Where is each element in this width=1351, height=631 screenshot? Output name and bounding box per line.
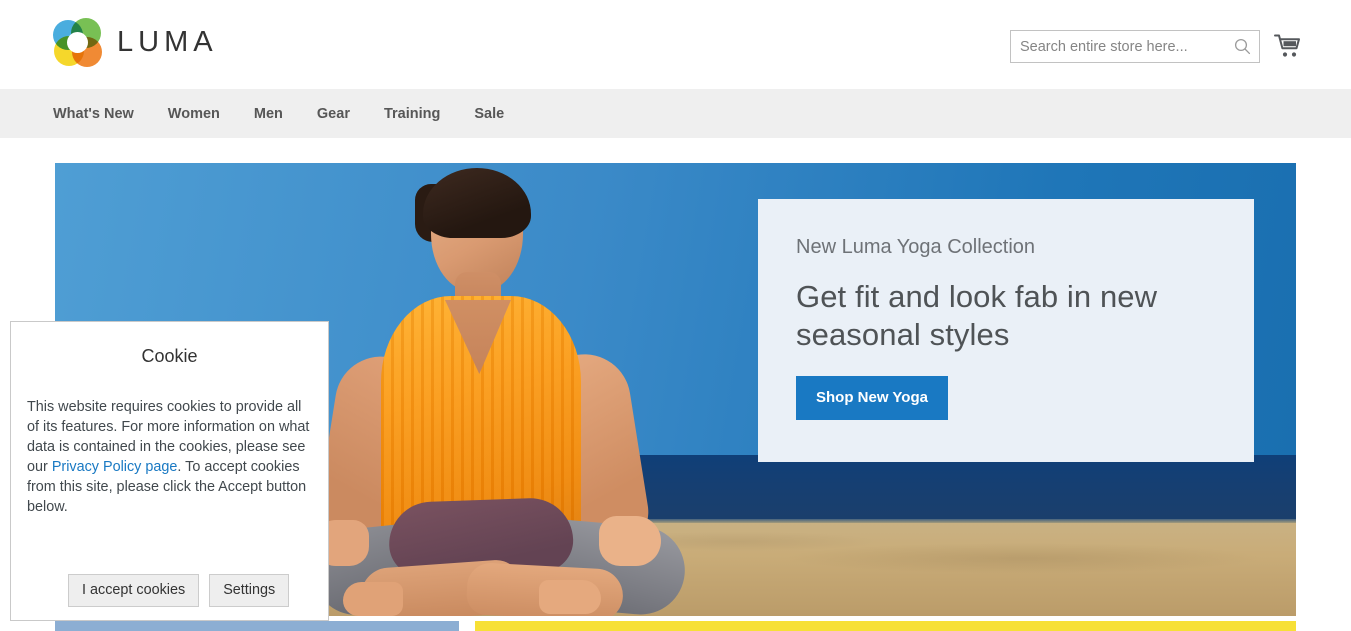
model-hair <box>423 168 531 238</box>
brand-name: LUMA <box>117 25 218 58</box>
site-header: LUMA <box>0 0 1351 89</box>
search-button[interactable] <box>1225 31 1259 62</box>
cart-button[interactable] <box>1270 29 1304 63</box>
privacy-policy-link[interactable]: Privacy Policy page <box>52 459 178 475</box>
promo-panel: New Luma Yoga Collection Get fit and loo… <box>758 199 1254 462</box>
model-right-foot <box>539 580 601 614</box>
main-navigation: What's New Women Men Gear Training Sale <box>0 89 1351 138</box>
nav-item-sale[interactable]: Sale <box>474 106 504 122</box>
hero-model-image <box>303 168 733 616</box>
cookie-consent-dialog: Cookie This website requires cookies to … <box>10 321 329 621</box>
logo-center-hole <box>67 32 88 53</box>
nav-item-training[interactable]: Training <box>384 106 440 122</box>
logo[interactable]: LUMA <box>53 18 218 67</box>
page-root: LUMA What's New Women Men Gear T <box>0 0 1351 631</box>
cookie-dialog-actions: I accept cookies Settings <box>11 573 328 607</box>
promo-eyebrow: New Luma Yoga Collection <box>796 236 1036 258</box>
promo-tile-left-edge[interactable] <box>55 621 459 631</box>
shop-new-yoga-button[interactable]: Shop New Yoga <box>796 376 948 420</box>
search-icon <box>1234 38 1250 55</box>
shopping-cart-icon <box>1273 34 1300 57</box>
model-right-hand <box>599 516 661 566</box>
cookie-dialog-body: This website requires cookies to provide… <box>27 397 312 517</box>
model-left-foot <box>343 582 403 616</box>
nav-item-men[interactable]: Men <box>254 106 283 122</box>
cookie-dialog-title: Cookie <box>141 346 198 366</box>
cookie-settings-button[interactable]: Settings <box>209 573 290 607</box>
nav-item-whats-new[interactable]: What's New <box>53 106 134 122</box>
luma-logo-icon <box>53 18 102 67</box>
promo-tile-right-edge[interactable] <box>475 621 1296 631</box>
nav-item-gear[interactable]: Gear <box>317 106 350 122</box>
search-box[interactable] <box>1010 30 1260 63</box>
accept-cookies-button[interactable]: I accept cookies <box>68 573 200 607</box>
promo-headline: Get fit and look fab in new seasonal sty… <box>796 279 1158 352</box>
nav-item-women[interactable]: Women <box>168 106 220 122</box>
search-input[interactable] <box>1011 31 1225 62</box>
